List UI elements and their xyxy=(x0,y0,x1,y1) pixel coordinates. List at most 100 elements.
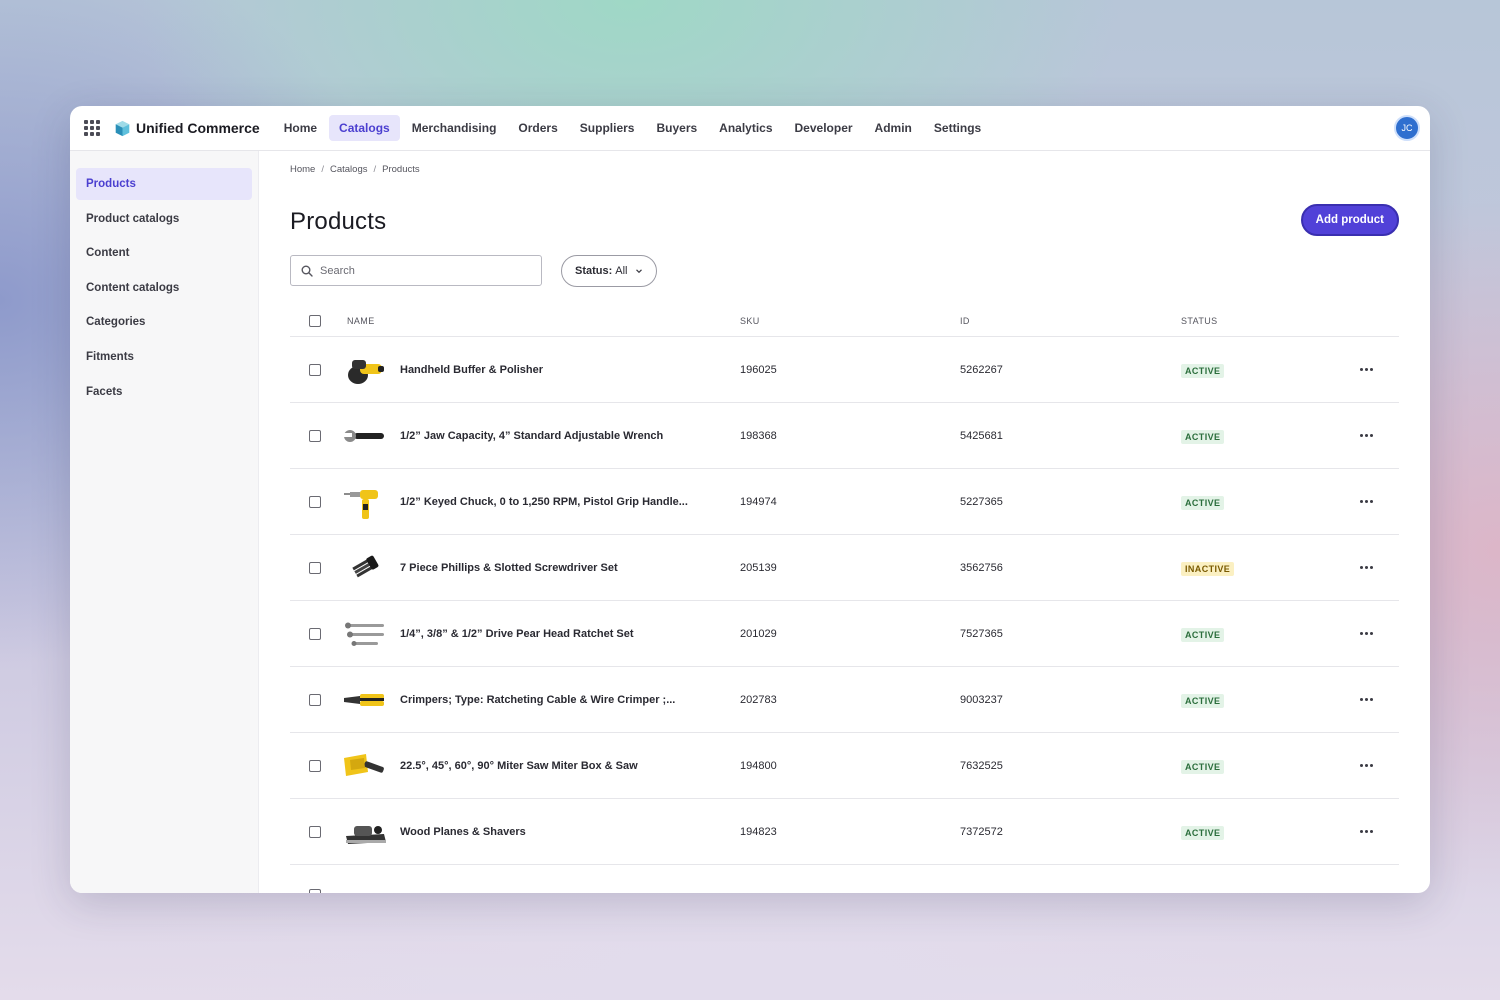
status-badge: ACTIVE xyxy=(1181,825,1225,840)
nav-item-analytics[interactable]: Analytics xyxy=(709,115,782,141)
product-sku: 205139 xyxy=(740,561,777,574)
row-actions-more-icon[interactable] xyxy=(1356,628,1377,639)
product-thumbnail-ratchet-set xyxy=(345,622,384,646)
status-badge: ACTIVE xyxy=(1181,363,1225,378)
status-badge: ACTIVE xyxy=(1181,495,1225,510)
row-checkbox[interactable] xyxy=(309,363,321,376)
sidebar-item-product-catalogs[interactable]: Product catalogs xyxy=(76,203,252,235)
product-id: 5262267 xyxy=(960,363,1003,376)
row-actions-more-icon[interactable] xyxy=(1356,364,1377,375)
product-id: 7632525 xyxy=(960,759,1003,772)
table-body: Handheld Buffer & Polisher 196025 5262267 A… xyxy=(290,337,1399,865)
breadcrumb-catalogs[interactable]: Catalogs xyxy=(330,164,368,175)
product-id: 5425681 xyxy=(960,429,1003,442)
product-id: 7527365 xyxy=(960,627,1003,640)
search-input[interactable] xyxy=(320,264,520,277)
status-filter-dropdown[interactable]: Status: All xyxy=(561,255,657,287)
status-badge: ACTIVE xyxy=(1181,759,1225,774)
brand[interactable]: Unified Commerce xyxy=(114,120,260,137)
row-checkbox[interactable] xyxy=(309,889,321,893)
nav-item-merchandising[interactable]: Merchandising xyxy=(402,115,507,141)
sidebar-item-products[interactable]: Products xyxy=(76,168,252,200)
nav-item-orders[interactable]: Orders xyxy=(508,115,567,141)
breadcrumb-separator: / xyxy=(373,164,377,175)
row-actions-more-icon[interactable] xyxy=(1356,496,1377,507)
user-avatar[interactable]: JC xyxy=(1394,115,1420,141)
product-sku: 194974 xyxy=(740,495,777,508)
sidebar-item-content[interactable]: Content xyxy=(76,237,252,269)
nav-item-buyers[interactable]: Buyers xyxy=(646,115,707,141)
product-sku: 198368 xyxy=(740,429,777,442)
sidebar-item-content-catalogs[interactable]: Content catalogs xyxy=(76,272,252,304)
breadcrumb-home[interactable]: Home xyxy=(290,164,315,175)
row-checkbox[interactable] xyxy=(309,825,321,838)
table-row[interactable]: 1/2” Jaw Capacity, 4” Standard Adjustabl… xyxy=(290,403,1399,469)
column-header-name[interactable]: NAME xyxy=(347,316,375,326)
product-name[interactable]: 1/2” Jaw Capacity, 4” Standard Adjustabl… xyxy=(400,430,663,442)
product-id: 9003237 xyxy=(960,693,1003,706)
status-badge: ACTIVE xyxy=(1181,429,1225,444)
nav-item-home[interactable]: Home xyxy=(274,115,327,141)
table-row[interactable]: 1/2” Keyed Chuck, 0 to 1,250 RPM, Pistol… xyxy=(290,469,1399,535)
column-header-status[interactable]: STATUS xyxy=(1181,316,1218,326)
row-checkbox[interactable] xyxy=(309,759,321,772)
status-badge: ACTIVE xyxy=(1181,693,1225,708)
product-thumbnail-drill xyxy=(344,490,378,519)
main-nav: Home Catalogs Merchandising Orders Suppliers… xyxy=(274,115,992,141)
nav-item-developer[interactable]: Developer xyxy=(785,115,863,141)
table-row[interactable]: Crimpers; Type: Ratcheting Cable & Wire … xyxy=(290,667,1399,733)
product-name[interactable]: Crimpers; Type: Ratcheting Cable & Wire … xyxy=(400,694,675,706)
row-checkbox[interactable] xyxy=(309,561,321,574)
search-field[interactable] xyxy=(290,255,542,286)
row-checkbox[interactable] xyxy=(309,495,321,508)
product-id: 5227365 xyxy=(960,495,1003,508)
row-checkbox[interactable] xyxy=(309,429,321,442)
products-table: NAME SKU ID STATUS Handheld Buffer & Pol… xyxy=(290,306,1399,893)
sidebar-item-facets[interactable]: Facets xyxy=(76,376,252,408)
product-name[interactable]: Wood Planes & Shavers xyxy=(400,826,526,838)
row-checkbox[interactable] xyxy=(309,693,321,706)
product-name[interactable]: 1/2” Keyed Chuck, 0 to 1,250 RPM, Pistol… xyxy=(400,496,688,508)
product-sku: 194800 xyxy=(740,759,777,772)
add-product-button[interactable]: Add product xyxy=(1300,204,1399,236)
product-name[interactable]: Handheld Buffer & Polisher xyxy=(400,364,543,376)
nav-item-admin[interactable]: Admin xyxy=(865,115,922,141)
table-row[interactable]: Wood Planes & Shavers 194823 7372572 ACTIVE xyxy=(290,799,1399,865)
row-actions-more-icon[interactable] xyxy=(1356,562,1377,573)
row-actions-more-icon[interactable] xyxy=(1356,694,1377,705)
app-launcher-grid-icon[interactable] xyxy=(84,120,100,136)
app-window: Unified Commerce Home Catalogs Merchandisi… xyxy=(70,106,1430,893)
nav-item-settings[interactable]: Settings xyxy=(924,115,991,141)
product-thumbnail-wood-plane xyxy=(346,826,386,844)
nav-item-catalogs[interactable]: Catalogs xyxy=(329,115,400,141)
nav-item-suppliers[interactable]: Suppliers xyxy=(570,115,645,141)
breadcrumb: Home / Catalogs / Products xyxy=(290,164,420,175)
product-sku: 194823 xyxy=(740,825,777,838)
select-all-checkbox[interactable] xyxy=(309,315,321,327)
product-sku: 202783 xyxy=(740,693,777,706)
search-icon xyxy=(301,265,313,277)
product-thumbnail-buffer-polisher xyxy=(348,360,384,384)
column-header-sku[interactable]: SKU xyxy=(740,316,760,326)
product-thumbnail-crimper xyxy=(344,694,384,706)
row-actions-more-icon[interactable] xyxy=(1356,760,1377,771)
product-name[interactable]: 1/4”, 3/8” & 1/2” Drive Pear Head Ratche… xyxy=(400,628,634,640)
table-row[interactable]: Handheld Buffer & Polisher 196025 5262267 A… xyxy=(290,337,1399,403)
row-actions-more-icon[interactable] xyxy=(1356,826,1377,837)
row-actions-more-icon[interactable] xyxy=(1356,430,1377,441)
product-name[interactable]: 22.5°, 45°, 60°, 90° Miter Saw Miter Box… xyxy=(400,760,638,772)
product-thumbnail-miter-saw xyxy=(344,754,384,776)
table-row[interactable]: 22.5°, 45°, 60°, 90° Miter Saw Miter Box… xyxy=(290,733,1399,799)
brand-name: Unified Commerce xyxy=(136,120,260,136)
sidebar-item-categories[interactable]: Categories xyxy=(76,306,252,338)
table-row[interactable]: 7 Piece Phillips & Slotted Screwdriver S… xyxy=(290,535,1399,601)
row-checkbox[interactable] xyxy=(309,627,321,640)
cube-logo-icon xyxy=(115,120,130,136)
product-id: 7372572 xyxy=(960,825,1003,838)
table-row[interactable]: 1/4”, 3/8” & 1/2” Drive Pear Head Ratche… xyxy=(290,601,1399,667)
status-filter-value: All xyxy=(615,265,628,277)
sidebar-item-fitments[interactable]: Fitments xyxy=(76,341,252,373)
product-thumbnail-screwdriver-set xyxy=(352,555,379,578)
product-name[interactable]: 7 Piece Phillips & Slotted Screwdriver S… xyxy=(400,562,618,574)
column-header-id[interactable]: ID xyxy=(960,316,970,326)
